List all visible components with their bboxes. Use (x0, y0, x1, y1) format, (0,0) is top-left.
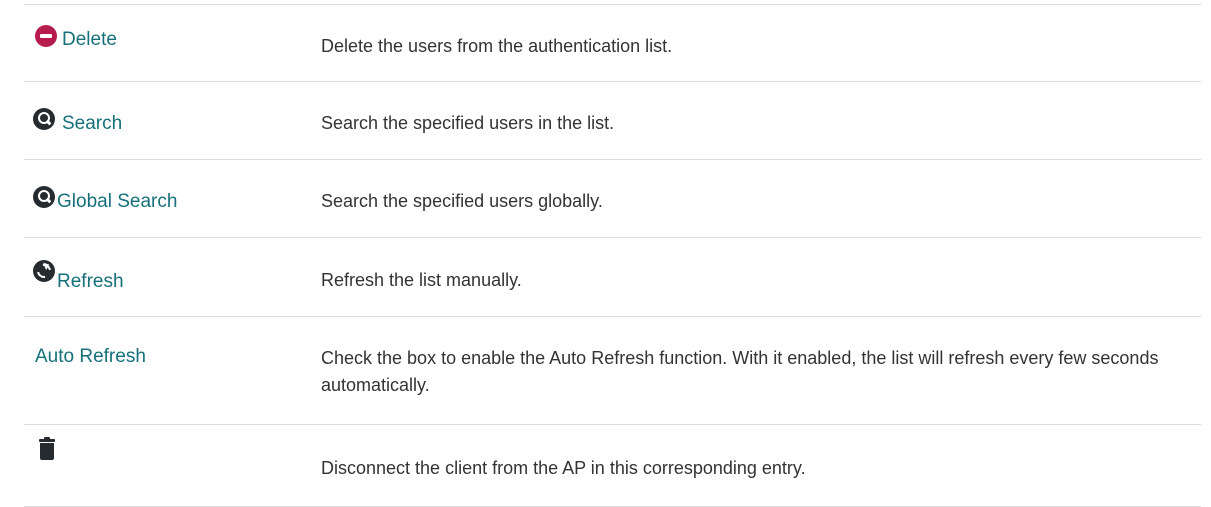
disconnect-description: Disconnect the client from the AP in thi… (321, 458, 806, 478)
reference-table: Delete Delete the users from the authent… (24, 4, 1201, 507)
table-row-search: Search Search the specified users in the… (24, 81, 1201, 160)
refresh-button[interactable]: Refresh (57, 271, 124, 293)
table-row-refresh: Refresh Refresh the list manually. (24, 237, 1201, 317)
table-row-disconnect: Disconnect the client from the AP in thi… (24, 424, 1201, 507)
table-row-global-search: Global Search Search the specified users… (24, 159, 1201, 238)
search-icon[interactable] (33, 108, 55, 130)
table-row-auto-refresh: Auto Refresh Check the box to enable the… (24, 316, 1201, 425)
search-description: Search the specified users in the list. (321, 113, 615, 133)
global-search-description: Search the specified users globally. (321, 191, 603, 211)
auto-refresh-checkbox-label[interactable]: Auto Refresh (35, 346, 146, 367)
search-button[interactable]: Search (62, 113, 122, 135)
table-row-delete: Delete Delete the users from the authent… (24, 4, 1201, 82)
auto-refresh-description: Check the box to enable the Auto Refresh… (321, 348, 1159, 395)
refresh-icon[interactable] (33, 260, 55, 282)
delete-description: Delete the users from the authentication… (321, 36, 673, 56)
trash-icon[interactable] (39, 437, 55, 460)
global-search-icon[interactable] (33, 186, 55, 208)
delete-button[interactable]: Delete (62, 29, 117, 51)
global-search-button[interactable]: Global Search (57, 191, 177, 213)
refresh-description: Refresh the list manually. (321, 270, 522, 290)
delete-icon[interactable] (35, 25, 57, 47)
